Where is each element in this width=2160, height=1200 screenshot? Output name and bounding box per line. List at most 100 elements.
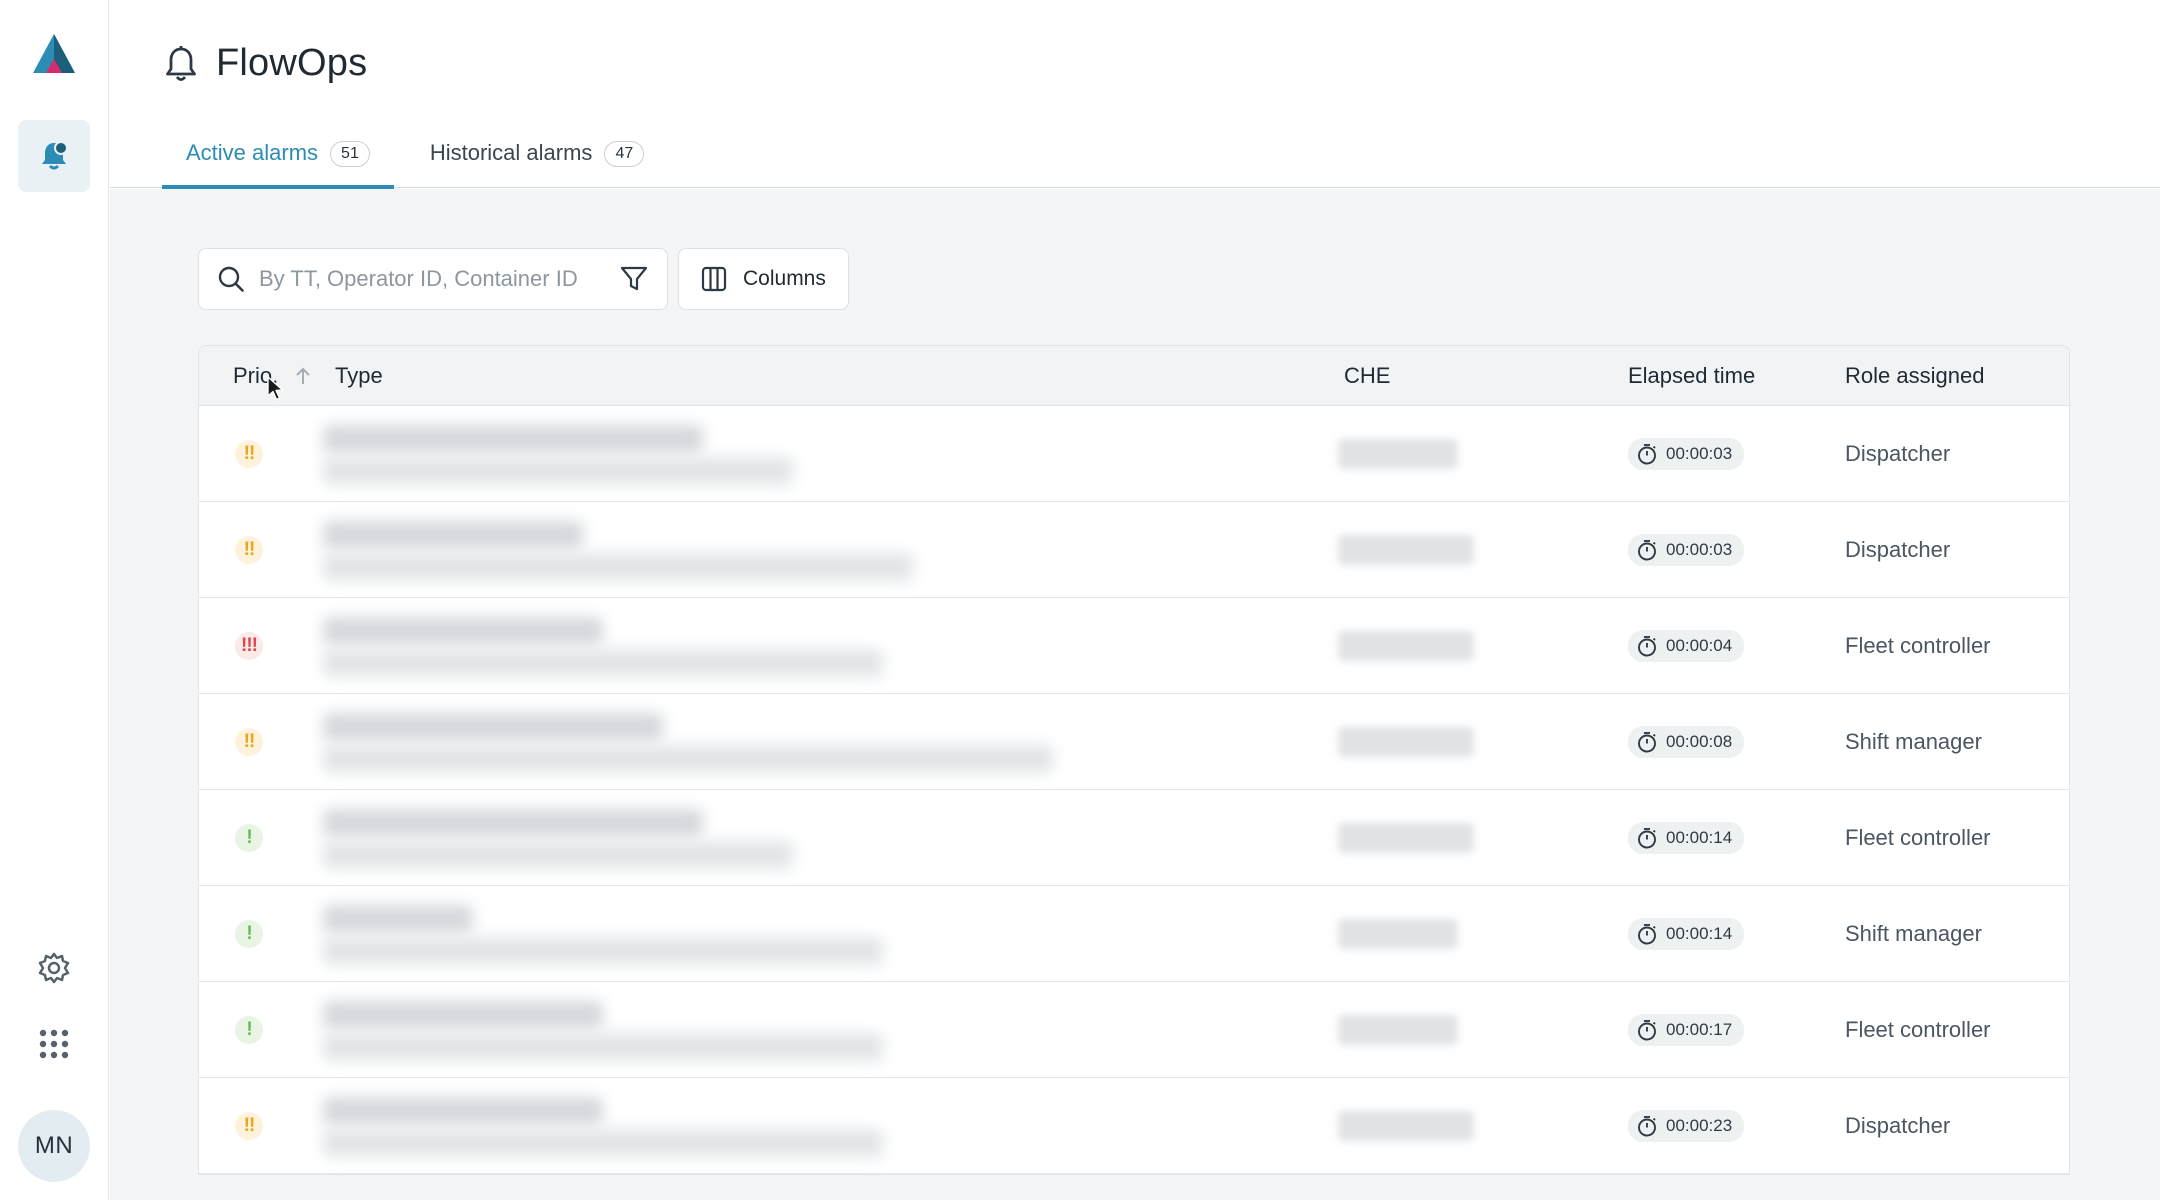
type-cell [323,502,1053,598]
che-cell [1338,694,1474,790]
search-input[interactable] [259,266,619,292]
priority-badge: ! [235,1016,263,1044]
table-row[interactable]: !! 00:00:08 Shift manager [199,694,2069,790]
role-cell: Fleet controller [1845,1017,1991,1042]
che-cell [1338,790,1474,886]
elapsed-time-value: 00:00:03 [1666,444,1733,463]
elapsed-time-pill: 00:00:14 [1628,822,1745,854]
columns-button[interactable]: Columns [678,248,849,310]
column-header-role[interactable]: Role assigned [1845,346,1984,406]
elapsed-cell: 00:00:03 [1628,502,1745,598]
redacted-line [323,521,583,549]
che-cell [1338,502,1474,598]
redacted-type-text [323,805,1053,871]
che-cell [1338,406,1458,502]
tab-historical-alarms[interactable]: Historical alarms 47 [406,136,668,188]
nav-alarms-button[interactable] [18,120,90,192]
elapsed-time-pill: 00:00:23 [1628,1110,1745,1142]
stopwatch-icon [1638,444,1656,465]
type-cell [323,790,1053,886]
table-row[interactable]: ! 00:00:14 Fleet controller [199,790,2069,886]
sidebar: MN [0,0,109,1200]
redacted-line [323,1001,603,1029]
redacted-line [323,649,883,677]
stopwatch-icon [1638,636,1656,657]
elapsed-time-pill: 00:00:08 [1628,726,1745,758]
role-cell: Fleet controller [1845,633,1991,658]
role-cell: Dispatcher [1845,1113,1951,1138]
redacted-che-text [1338,1015,1458,1045]
redacted-line [323,1033,883,1061]
table-row[interactable]: ! 00:00:14 Shift manager [199,886,2069,982]
prio-cell: ! [235,790,263,886]
role-cell: Fleet controller [1845,825,1991,850]
main-content: Columns Prio. Type CHE Elapsed time Role… [110,189,2160,1200]
apps-button[interactable] [37,1027,71,1061]
prio-cell: !!! [235,598,263,694]
priority-badge: !! [235,440,263,468]
elapsed-time-pill: 00:00:03 [1628,438,1745,470]
role-cell: Dispatcher [1845,537,1951,562]
redacted-type-text [323,613,1053,679]
redacted-line [323,841,793,869]
search-box[interactable] [198,248,668,310]
page-title: FlowOps [216,42,368,84]
priority-badge: !! [235,1112,263,1140]
alarm-bell-icon [42,141,68,170]
che-cell [1338,982,1458,1078]
table-row[interactable]: ! 00:00:17 Fleet controller [199,982,2069,1078]
elapsed-time-pill: 00:00:17 [1628,1014,1745,1046]
redacted-type-text [323,901,1053,967]
redacted-line [323,425,703,453]
prio-cell: !! [235,694,263,790]
column-header-che[interactable]: CHE [1344,346,1390,406]
sort-up-icon[interactable] [294,366,312,386]
elapsed-time-pill: 00:00:04 [1628,630,1745,662]
type-cell [323,886,1053,982]
tab-count-badge: 47 [604,141,645,167]
table-row[interactable]: !! 00:00:03 Dispatcher [199,502,2069,598]
redacted-line [323,809,703,837]
table-row[interactable]: !!! 00:00:04 Fleet controller [199,598,2069,694]
priority-badge: !! [235,536,263,564]
elapsed-time-value: 00:00:03 [1666,540,1733,559]
avatar[interactable]: MN [18,1110,90,1182]
che-cell [1338,1078,1474,1174]
redacted-line [323,905,473,933]
tab-active-alarms[interactable]: Active alarms 51 [162,136,394,189]
search-icon [218,266,244,292]
stopwatch-icon [1638,828,1656,849]
redacted-che-text [1338,823,1474,853]
bell-icon [166,45,196,81]
che-cell [1338,598,1474,694]
settings-button[interactable] [35,949,73,987]
elapsed-cell: 00:00:14 [1628,886,1745,982]
tab-label: Active alarms [186,140,319,165]
elapsed-time-pill: 00:00:03 [1628,534,1745,566]
type-cell [323,406,1053,502]
redacted-che-text [1338,631,1474,661]
tab-count-badge: 51 [330,141,370,167]
stopwatch-icon [1638,924,1656,945]
stopwatch-icon [1638,732,1656,753]
elapsed-cell: 00:00:17 [1628,982,1745,1078]
stopwatch-icon [1638,1020,1656,1041]
column-header-elapsed[interactable]: Elapsed time [1628,346,1755,406]
stopwatch-icon [1638,1116,1656,1137]
redacted-line [323,1129,883,1157]
role-cell: Shift manager [1845,921,1982,946]
table-row[interactable]: !! 00:00:03 Dispatcher [199,406,2069,502]
prio-cell: !! [235,1078,263,1174]
type-cell [323,982,1053,1078]
tab-bar: Active alarms 51 Historical alarms 47 [162,136,668,189]
elapsed-time-value: 00:00:17 [1666,1020,1733,1039]
elapsed-cell: 00:00:04 [1628,598,1745,694]
column-header-type[interactable]: Type [335,346,383,406]
redacted-line [323,713,663,741]
elapsed-cell: 00:00:23 [1628,1078,1745,1174]
logo-icon[interactable] [31,31,77,77]
table-row[interactable]: !! 00:00:23 Dispatcher [199,1078,2069,1174]
redacted-line [323,457,793,485]
elapsed-time-value: 00:00:14 [1666,828,1733,847]
filter-icon[interactable] [619,264,649,294]
